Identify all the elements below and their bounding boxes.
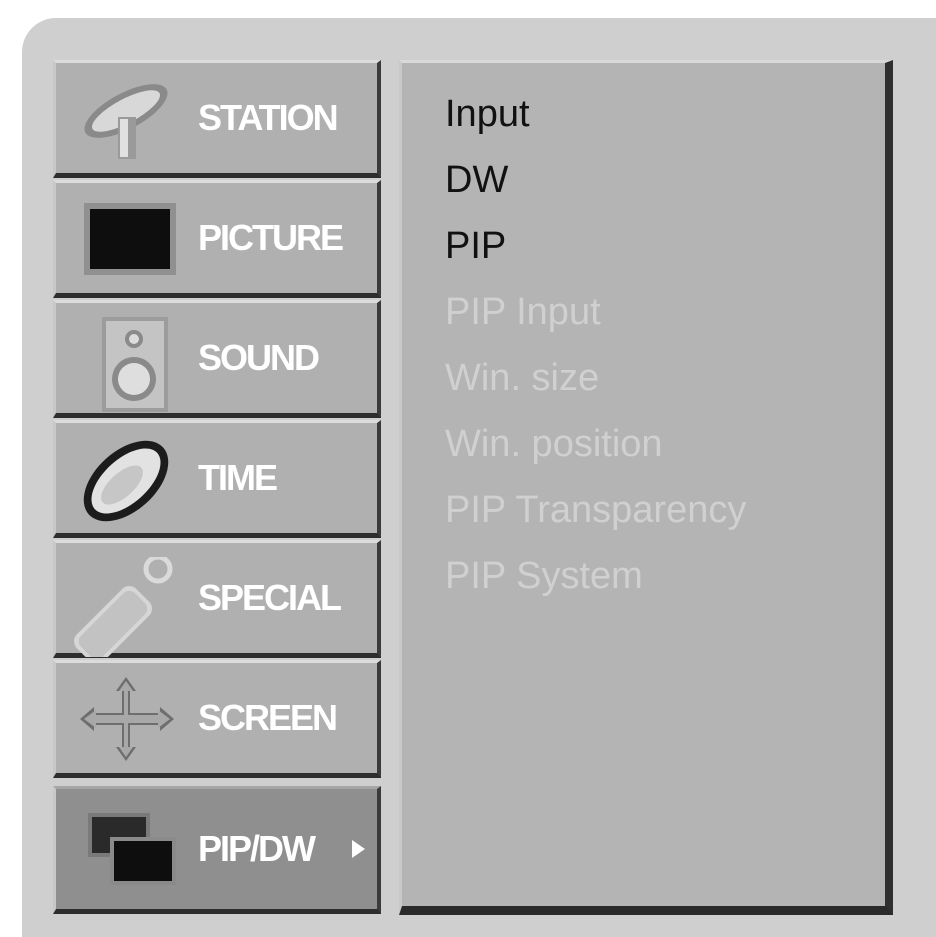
- submenu-arrow-icon: [352, 840, 365, 858]
- option-pip-input: PIP Input: [445, 291, 601, 333]
- satellite-dish-icon: [74, 77, 184, 162]
- menu-item-station[interactable]: STATION: [53, 60, 381, 178]
- menu-item-label: SOUND: [198, 337, 320, 378]
- menu-item-special[interactable]: SPECIAL: [53, 540, 381, 664]
- menu-item-label: TIME: [198, 457, 278, 498]
- option-win-position: Win. position: [445, 423, 663, 465]
- menu-item-picture[interactable]: PICTURE: [53, 180, 381, 298]
- menu-item-time[interactable]: TIME: [53, 420, 381, 538]
- menu-item-pip-dw[interactable]: PIP/DW: [53, 786, 381, 914]
- option-pip-transparency: PIP Transparency: [445, 489, 747, 531]
- option-input[interactable]: Input: [445, 93, 530, 136]
- main-menu: STATION PICTURE SOUND TIME SPECIAL SCREE…: [53, 60, 381, 915]
- menu-item-label: SCREEN: [198, 697, 338, 738]
- option-win-size: Win. size: [445, 357, 600, 399]
- move-arrows-icon: [74, 677, 184, 762]
- tv-screen-icon: [74, 197, 184, 282]
- menu-item-label: STATION: [198, 97, 339, 138]
- option-pip[interactable]: PIP: [445, 225, 506, 268]
- menu-item-label: PIP/DW: [198, 828, 316, 869]
- pip-windows-icon: [74, 807, 184, 892]
- remote-key-icon: [74, 554, 184, 664]
- option-pip-system: PIP System: [445, 555, 643, 597]
- menu-item-label: SPECIAL: [198, 577, 342, 618]
- pip-dw-submenu-panel: Input DW PIP PIP Input Win. size Win. po…: [399, 60, 893, 915]
- speaker-icon: [74, 317, 184, 412]
- menu-item-label: PICTURE: [198, 217, 344, 258]
- menu-item-screen[interactable]: SCREEN: [53, 660, 381, 778]
- option-dw[interactable]: DW: [445, 159, 508, 202]
- clock-icon: [74, 437, 184, 522]
- menu-item-sound[interactable]: SOUND: [53, 300, 381, 418]
